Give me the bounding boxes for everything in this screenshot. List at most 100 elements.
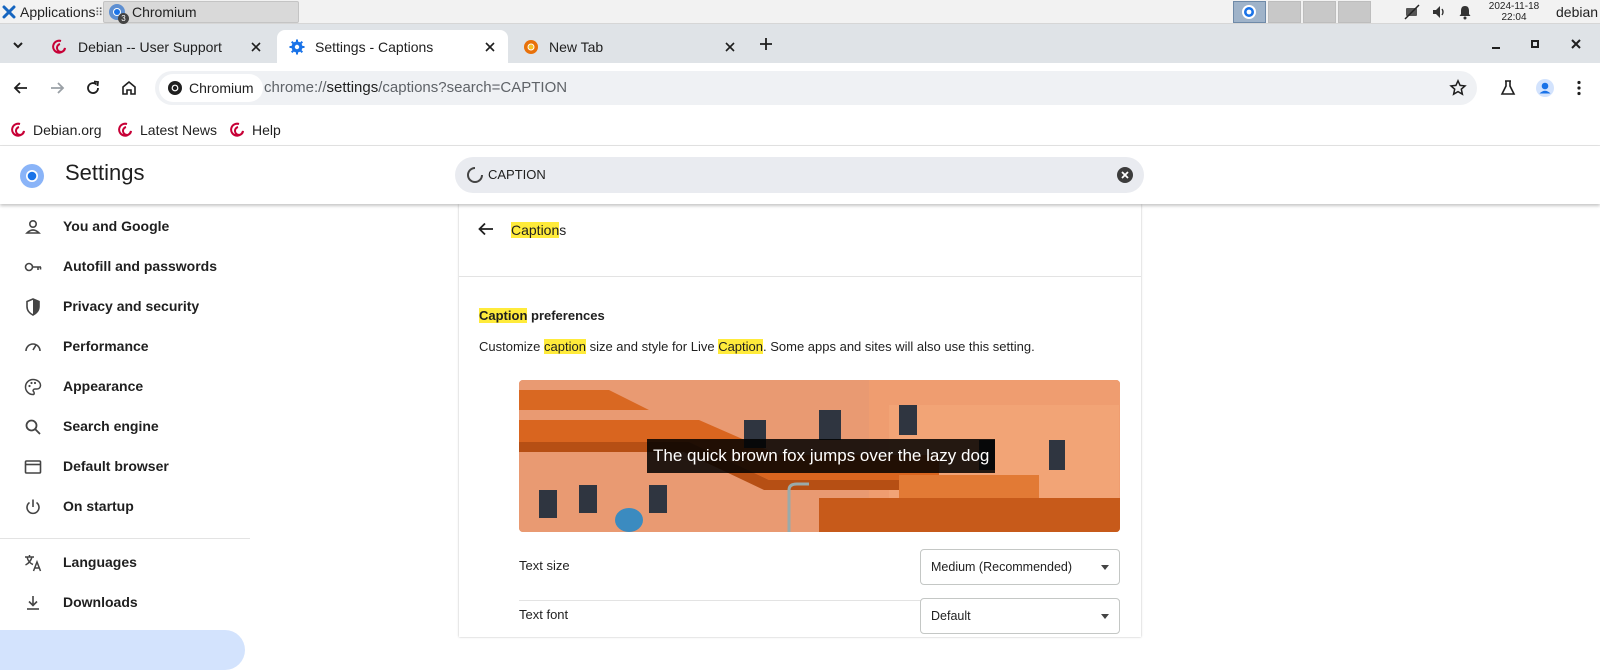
- taskbar-clock[interactable]: 2024-11-18 22:04: [1484, 1, 1544, 23]
- select-value: Default: [931, 609, 971, 623]
- network-icon[interactable]: [1404, 4, 1420, 20]
- browser-menu-button[interactable]: [1567, 76, 1591, 100]
- profile-button[interactable]: [1533, 76, 1557, 100]
- search-highlight: Caption: [479, 308, 528, 323]
- browser-window-icon: [24, 460, 42, 474]
- applications-menu[interactable]: Applications: [0, 0, 96, 24]
- bookmark-star-icon[interactable]: [1449, 79, 1467, 97]
- reload-button[interactable]: [81, 76, 105, 100]
- subpage-title: Captions: [511, 222, 566, 238]
- close-tab-icon[interactable]: [248, 39, 264, 55]
- bookmark-help[interactable]: Help: [230, 120, 281, 140]
- debian-swirl-icon: [52, 39, 66, 54]
- close-tab-icon[interactable]: [722, 39, 738, 55]
- session-user[interactable]: debian: [1556, 4, 1598, 20]
- page-title: Settings: [65, 160, 145, 185]
- sidebar-item-on-startup[interactable]: On startup: [0, 487, 250, 527]
- forward-button[interactable]: [45, 76, 69, 100]
- sidebar-item-you-and-google[interactable]: You and Google: [0, 207, 250, 247]
- arrow-left-icon: [13, 82, 27, 94]
- tab-settings-captions[interactable]: Settings - Captions: [277, 30, 508, 63]
- power-icon: [26, 499, 40, 515]
- avatar-icon: [1536, 79, 1554, 97]
- text-size-select[interactable]: Medium (Recommended): [920, 549, 1120, 585]
- select-value: Medium (Recommended): [931, 560, 1073, 574]
- url-path: /captions?search=CAPTION: [378, 79, 568, 96]
- text-size-label: Text size: [519, 558, 570, 573]
- home-button[interactable]: [117, 76, 141, 100]
- labs-button[interactable]: [1496, 76, 1520, 100]
- tab-title: New Tab: [549, 38, 604, 55]
- tab-new-tab[interactable]: New Tab: [511, 30, 748, 63]
- url-text[interactable]: chrome://settings/captions?search=CAPTIO…: [264, 79, 567, 96]
- key-icon: [24, 262, 42, 272]
- sidebar-item-default-browser[interactable]: Default browser: [0, 447, 250, 487]
- chevron-down-icon: [13, 42, 23, 49]
- sidebar-item-label: Privacy and security: [63, 298, 200, 314]
- sidebar-item-search-engine[interactable]: Search engine: [0, 407, 250, 447]
- person-icon: [25, 219, 41, 234]
- site-info-chip[interactable]: Chromium: [159, 74, 263, 102]
- section-description: Customize caption size and style for Liv…: [479, 339, 1035, 354]
- settings-sidebar: You and Google Autofill and passwords Pr…: [0, 204, 250, 670]
- tab-debian-user-support[interactable]: Debian -- User Support: [40, 30, 274, 63]
- sidebar-item-performance[interactable]: Performance: [0, 327, 250, 367]
- taskbar-task-label: Chromium: [132, 4, 197, 20]
- bookmark-debian-org[interactable]: Debian.org: [11, 120, 102, 140]
- sidebar-item-appearance[interactable]: Appearance: [0, 367, 250, 407]
- new-tab-plus-icon[interactable]: [756, 34, 776, 54]
- text-font-label: Text font: [519, 607, 569, 622]
- desc-part-3: . Some apps and sites will also use this…: [763, 339, 1035, 354]
- arrow-right-icon: [51, 82, 65, 94]
- back-button[interactable]: [9, 76, 33, 100]
- download-icon: [27, 596, 39, 610]
- workspace-1[interactable]: [1233, 1, 1266, 23]
- sidebar-item-languages[interactable]: Languages: [0, 543, 250, 583]
- sidebar-item-label: Search engine: [63, 418, 159, 434]
- debian-swirl-icon: [11, 122, 25, 137]
- url-host: settings: [326, 79, 379, 96]
- shield-icon: [26, 298, 40, 316]
- address-bar[interactable]: Chromium chrome://settings/captions?sear…: [155, 71, 1477, 105]
- translate-icon: [25, 555, 42, 572]
- desc-part-1: Customize: [479, 339, 545, 354]
- caption-preview-image: The quick brown fox jumps over the lazy …: [519, 380, 1120, 532]
- notification-bell-icon[interactable]: [1457, 4, 1473, 20]
- search-query: CAPTION: [488, 167, 546, 182]
- reload-icon: [87, 80, 100, 94]
- sidebar-item-privacy[interactable]: Privacy and security: [0, 287, 250, 327]
- sidebar-item-downloads[interactable]: Downloads: [0, 583, 250, 623]
- workspace-3[interactable]: [1303, 1, 1336, 23]
- captions-card: Captions Caption preferences Customize c…: [459, 204, 1141, 637]
- subpage-title-rest: s: [559, 222, 567, 238]
- sidebar-item-label: You and Google: [63, 218, 170, 234]
- clear-search-icon[interactable]: [1116, 166, 1134, 184]
- arrow-back-icon[interactable]: [476, 219, 496, 239]
- search-highlight: caption: [544, 339, 586, 354]
- close-tab-icon[interactable]: [482, 39, 498, 55]
- sidebar-item-label: Performance: [63, 338, 149, 354]
- settings-search-input[interactable]: CAPTION: [455, 157, 1144, 193]
- sidebar-item-autofill[interactable]: Autofill and passwords: [0, 247, 250, 287]
- workspace-2[interactable]: [1268, 1, 1301, 23]
- dropdown-caret-icon: [1101, 565, 1109, 570]
- close-window-icon[interactable]: [1568, 36, 1584, 52]
- sidebar-divider: [0, 538, 250, 539]
- workspace-4[interactable]: [1338, 1, 1371, 23]
- tab-title: Debian -- User Support: [78, 38, 222, 55]
- minimize-icon[interactable]: [1488, 36, 1504, 52]
- loading-spinner-icon: [467, 167, 483, 183]
- window-count-badge: 3: [118, 13, 129, 24]
- search-highlight: Caption: [511, 222, 560, 238]
- volume-icon[interactable]: [1431, 4, 1447, 20]
- sidebar-item-accessibility-active[interactable]: [0, 630, 245, 670]
- text-font-select[interactable]: Default: [920, 598, 1120, 634]
- browser-toolbar: Chromium chrome://settings/captions?sear…: [0, 63, 1600, 115]
- flask-icon: [1500, 80, 1516, 95]
- taskbar-chromium-button[interactable]: 3 Chromium: [103, 1, 299, 24]
- search-icon: [25, 419, 41, 435]
- search-highlight: Caption: [718, 339, 763, 354]
- bookmark-latest-news[interactable]: Latest News: [118, 120, 217, 140]
- tab-search-button[interactable]: [5, 32, 31, 58]
- maximize-icon[interactable]: [1527, 36, 1543, 52]
